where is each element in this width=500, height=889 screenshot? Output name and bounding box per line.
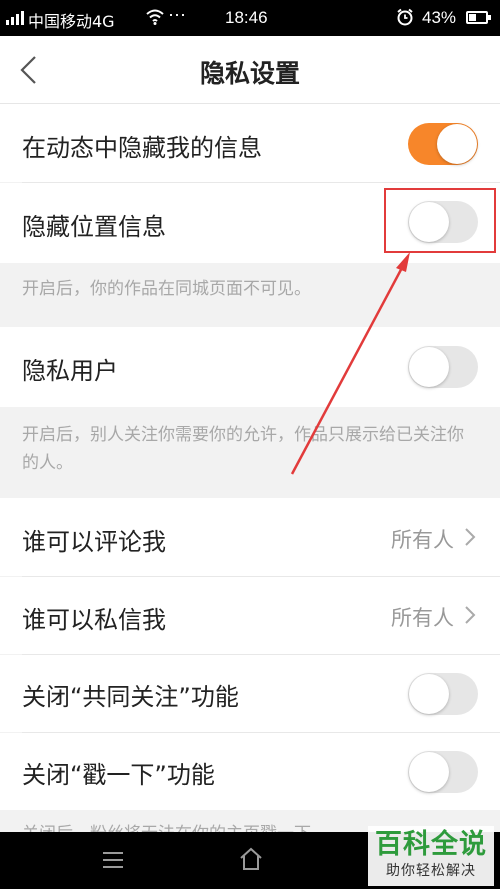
toggle-knob bbox=[409, 347, 449, 387]
chevron-right-icon bbox=[465, 528, 476, 546]
setting-label: 谁可以评论我 bbox=[22, 528, 166, 556]
status-bar: 中国移动4G ⋯ 18:46 43% bbox=[0, 0, 500, 36]
home-icon[interactable] bbox=[239, 847, 263, 871]
watermark-logo: 百科全说 助你轻松解决 bbox=[368, 826, 494, 886]
carrier-label: 中国移动4G bbox=[28, 12, 115, 31]
setting-label: 谁可以私信我 bbox=[22, 606, 166, 634]
toggle-knob bbox=[409, 674, 449, 714]
signal-icon bbox=[6, 11, 24, 25]
hint-private-user: 开启后，别人关注你需要你的允许，作品只展示给已关注你的人。 bbox=[0, 407, 500, 498]
setting-row-who-can-message[interactable]: 谁可以私信我 所有人 bbox=[0, 577, 500, 654]
clock: 18:46 bbox=[225, 8, 268, 27]
setting-row-close-mutual-follow: 关闭“共同关注”功能 bbox=[0, 655, 500, 732]
page-header: 隐私设置 bbox=[0, 36, 500, 104]
wifi-icon bbox=[146, 9, 164, 25]
setting-row-hide-in-feed: 在动态中隐藏我的信息 bbox=[0, 104, 500, 182]
setting-label: 在动态中隐藏我的信息 bbox=[22, 134, 262, 162]
setting-row-private-user: 隐私用户 bbox=[0, 327, 500, 407]
toggle-private-user[interactable] bbox=[408, 346, 478, 388]
setting-value: 所有人 bbox=[391, 528, 454, 552]
hint-hide-location: 开启后，你的作品在同城页面不可见。 bbox=[0, 263, 500, 327]
setting-label: 隐私用户 bbox=[22, 357, 118, 385]
watermark-title: 百科全说 bbox=[375, 829, 487, 860]
toggle-hide-in-feed[interactable] bbox=[408, 123, 478, 165]
setting-label: 隐藏位置信息 bbox=[22, 213, 166, 241]
more-dots-icon: ⋯ bbox=[168, 5, 187, 25]
setting-label: 关闭“共同关注”功能 bbox=[22, 683, 239, 711]
chevron-right-icon bbox=[465, 606, 476, 624]
annotation-highlight-box bbox=[384, 188, 496, 253]
toggle-knob bbox=[409, 752, 449, 792]
toggle-close-poke[interactable] bbox=[408, 751, 478, 793]
setting-label: 关闭“戳一下”功能 bbox=[22, 761, 215, 789]
battery-icon bbox=[466, 11, 491, 24]
battery-percent: 43% bbox=[422, 8, 457, 27]
menu-icon[interactable] bbox=[102, 851, 124, 869]
setting-value: 所有人 bbox=[391, 606, 454, 630]
setting-row-who-can-comment[interactable]: 谁可以评论我 所有人 bbox=[0, 498, 500, 576]
setting-row-close-poke: 关闭“戳一下”功能 bbox=[0, 733, 500, 810]
page-title: 隐私设置 bbox=[199, 59, 300, 88]
alarm-icon bbox=[397, 8, 413, 26]
watermark-subtitle: 助你轻松解决 bbox=[386, 863, 476, 879]
toggle-knob bbox=[437, 124, 477, 164]
toggle-close-mutual-follow[interactable] bbox=[408, 673, 478, 715]
